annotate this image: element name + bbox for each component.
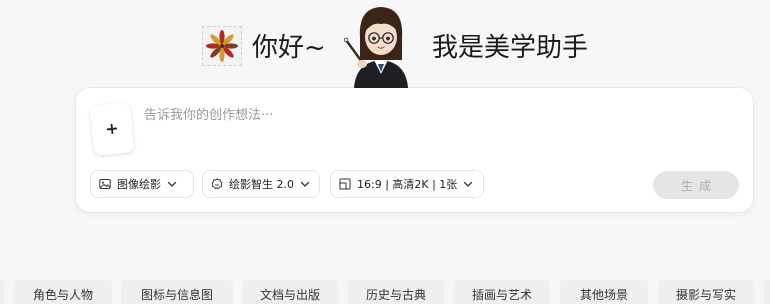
model-selector[interactable]: 绘影智生 2.0 — [202, 170, 320, 198]
model-label: 绘影智生 2.0 — [229, 178, 294, 191]
category-tabs: 角色与人物 图标与信息图 文档与出版 历史与古典 插画与艺术 其他场景 摄影与写… — [0, 280, 770, 304]
image-icon — [99, 179, 111, 189]
chevron-down-icon — [300, 181, 310, 187]
category-tab[interactable]: 插画与艺术 — [454, 280, 550, 304]
assistant-role-text: 我是美学助手 — [432, 33, 589, 63]
category-tab[interactable]: 其他场景 — [560, 280, 648, 304]
output-settings-label: 16:9 | 高清2K | 1张 — [357, 178, 458, 191]
brand-logo — [202, 26, 242, 66]
category-tab[interactable]: 摄影与写实 — [658, 280, 754, 304]
mode-label: 图像绘影 — [117, 178, 161, 191]
category-tab[interactable]: 角色与人物 — [14, 280, 112, 304]
aspect-ratio-icon — [339, 178, 351, 190]
teacher-avatar-icon — [343, 7, 408, 88]
greeting-text: 你好~ — [252, 33, 326, 63]
plus-icon: + — [104, 118, 120, 139]
mode-selector[interactable]: 图像绘影 — [90, 170, 194, 198]
chevron-down-icon — [167, 181, 177, 187]
assistant-mascot — [340, 2, 422, 88]
category-tab-partial-right[interactable] — [764, 280, 770, 304]
category-tab-partial-left[interactable] — [0, 280, 4, 304]
upload-image-button[interactable]: + — [89, 102, 135, 156]
category-tab[interactable]: 图标与信息图 — [121, 280, 233, 304]
category-tab[interactable]: 历史与古典 — [348, 280, 444, 304]
output-settings-selector[interactable]: 16:9 | 高清2K | 1张 — [330, 170, 484, 198]
category-tab[interactable]: 文档与出版 — [242, 280, 338, 304]
model-icon — [211, 178, 223, 190]
generate-button[interactable]: 生成 — [653, 171, 739, 199]
prompt-composer: + 图像绘影 绘影智生 2.0 16:9 | 高清2K | 1张 — [76, 88, 753, 212]
chevron-down-icon — [464, 181, 473, 187]
prompt-input[interactable] — [144, 104, 704, 126]
flower-logo-icon — [206, 30, 238, 62]
